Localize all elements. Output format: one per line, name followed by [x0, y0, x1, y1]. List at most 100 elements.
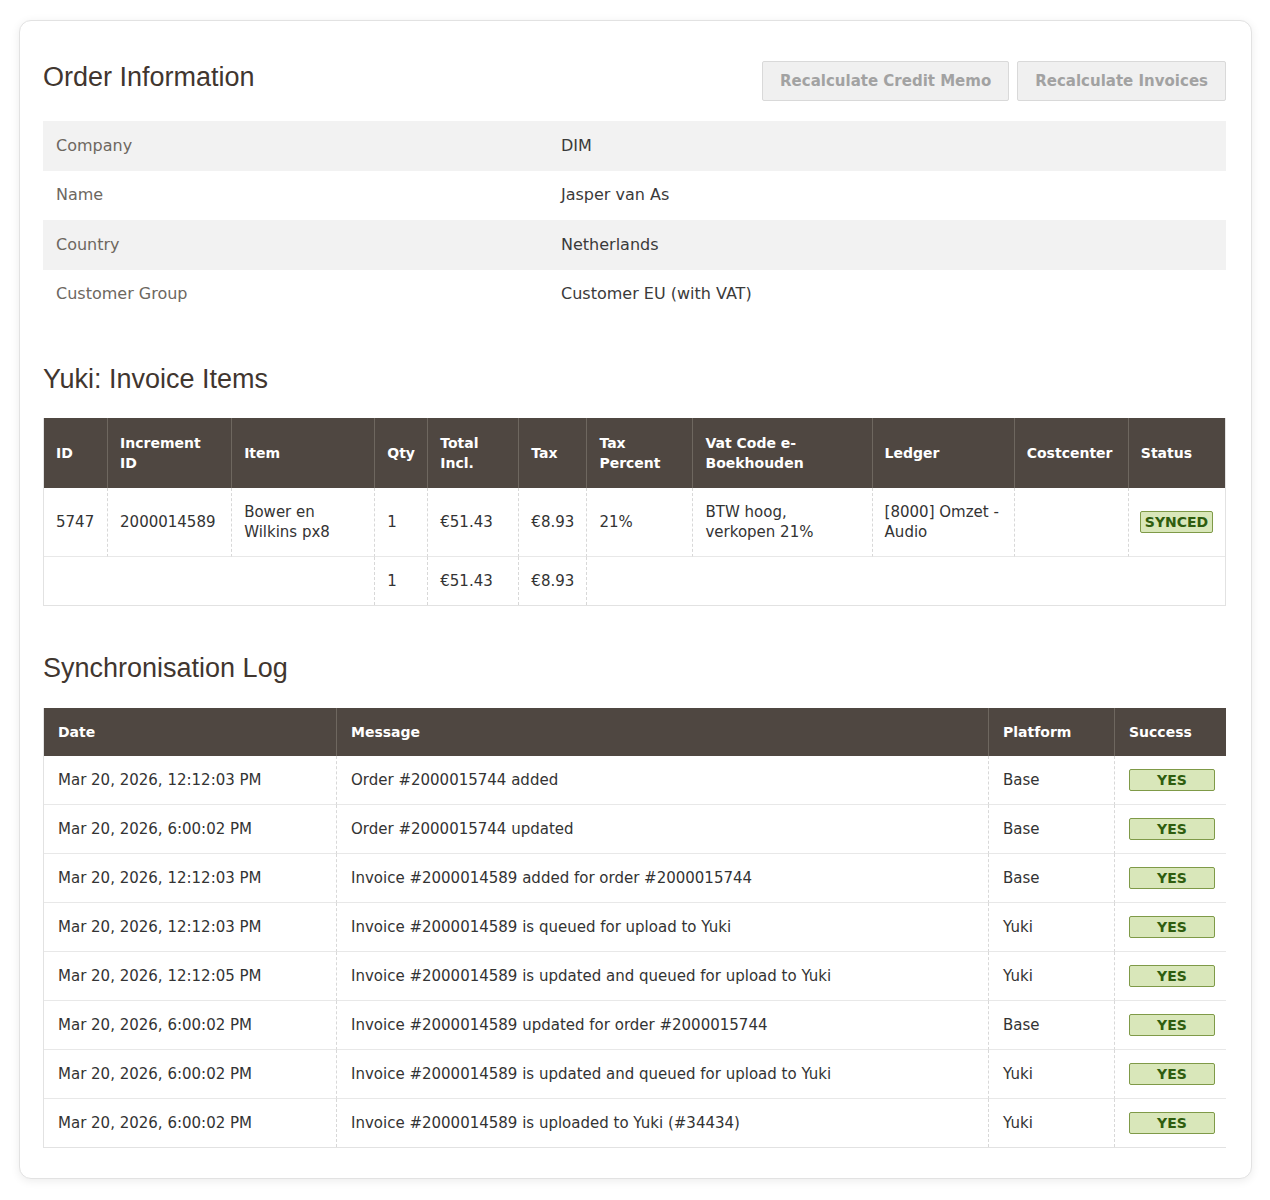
invoice-column-header: Qty	[374, 418, 427, 488]
invoice-cell-vat-code: BTW hoog, verkopen 21%	[692, 488, 871, 557]
order-info-label: Company	[43, 121, 548, 171]
invoice-items-title: Yuki: Invoice Items	[43, 364, 1226, 394]
invoice-item-row: 57472000014589Bower en Wilkins px81€51.4…	[44, 488, 1225, 557]
sync-cell-platform: Base	[988, 854, 1114, 903]
invoice-totals-qty: 1	[374, 557, 427, 605]
sync-cell-date: Mar 20, 2026, 12:12:03 PM	[44, 903, 336, 952]
invoice-cell-item: Bower en Wilkins px8	[231, 488, 374, 557]
invoice-column-header: Item	[231, 418, 374, 488]
sync-cell-success: YES	[1114, 1050, 1226, 1099]
sync-column-header: Message	[336, 708, 988, 756]
sync-cell-platform: Base	[988, 1001, 1114, 1050]
sync-cell-platform: Base	[988, 805, 1114, 854]
invoice-items-table: IDIncrement IDItemQtyTotal Incl.TaxTax P…	[43, 418, 1226, 606]
invoice-column-header: Tax Percent	[586, 418, 692, 488]
sync-cell-message: Order #2000015744 updated	[336, 805, 988, 854]
sync-cell-date: Mar 20, 2026, 12:12:03 PM	[44, 756, 336, 805]
sync-log-row: Mar 20, 2026, 6:00:02 PMInvoice #2000014…	[44, 1099, 1226, 1147]
invoice-cell-status: SYNCED	[1128, 488, 1225, 557]
sync-log-row: Mar 20, 2026, 12:12:03 PMInvoice #200001…	[44, 903, 1226, 952]
sync-log-row: Mar 20, 2026, 12:12:03 PMInvoice #200001…	[44, 854, 1226, 903]
header-buttons: Recalculate Credit Memo Recalculate Invo…	[762, 61, 1226, 101]
order-info-value: DIM	[548, 121, 1226, 171]
sync-cell-success: YES	[1114, 854, 1226, 903]
invoice-cell-costcenter	[1014, 488, 1128, 557]
order-info-label: Name	[43, 171, 548, 221]
order-info-label: Customer Group	[43, 270, 548, 320]
invoice-cell-tax-percent: 21%	[586, 488, 692, 557]
sync-cell-success: YES	[1114, 805, 1226, 854]
sync-cell-platform: Yuki	[988, 1050, 1114, 1099]
sync-cell-platform: Yuki	[988, 903, 1114, 952]
sync-cell-platform: Yuki	[988, 952, 1114, 1001]
success-badge: YES	[1129, 867, 1215, 889]
sync-log-row: Mar 20, 2026, 6:00:02 PMOrder #200001574…	[44, 805, 1226, 854]
sync-cell-date: Mar 20, 2026, 6:00:02 PM	[44, 1050, 336, 1099]
sync-cell-success: YES	[1114, 903, 1226, 952]
sync-cell-message: Invoice #2000014589 is updated and queue…	[336, 952, 988, 1001]
invoice-items-section: Yuki: Invoice Items IDIncrement IDItemQt…	[43, 364, 1226, 606]
invoice-column-header: Vat Code e-Boekhouden	[692, 418, 871, 488]
order-information-table: CompanyDIMNameJasper van AsCountryNether…	[43, 121, 1226, 319]
order-info-row: CompanyDIM	[43, 121, 1226, 171]
success-badge: YES	[1129, 1063, 1215, 1085]
sync-log-row: Mar 20, 2026, 6:00:02 PMInvoice #2000014…	[44, 1050, 1226, 1099]
invoice-column-header: Costcenter	[1014, 418, 1128, 488]
recalculate-credit-memo-button[interactable]: Recalculate Credit Memo	[762, 61, 1009, 101]
invoice-totals-tax: €8.93	[518, 557, 586, 605]
success-badge: YES	[1129, 916, 1215, 938]
invoice-totals-trailing-cell	[586, 557, 1225, 605]
invoice-column-header: Ledger	[872, 418, 1014, 488]
status-badge: SYNCED	[1140, 511, 1213, 533]
sync-cell-date: Mar 20, 2026, 6:00:02 PM	[44, 1001, 336, 1050]
sync-cell-message: Order #2000015744 added	[336, 756, 988, 805]
page-header: Order Information Recalculate Credit Mem…	[43, 21, 1226, 91]
order-info-row: NameJasper van As	[43, 171, 1226, 221]
invoice-cell-id: 5747	[44, 488, 107, 557]
synchronisation-log-section: Synchronisation Log DateMessagePlatformS…	[43, 653, 1226, 1148]
success-badge: YES	[1129, 818, 1215, 840]
sync-cell-success: YES	[1114, 756, 1226, 805]
sync-column-header: Success	[1114, 708, 1226, 756]
sync-cell-message: Invoice #2000014589 is updated and queue…	[336, 1050, 988, 1099]
invoice-cell-qty: 1	[374, 488, 427, 557]
sync-column-header: Date	[44, 708, 336, 756]
sync-cell-success: YES	[1114, 1099, 1226, 1147]
sync-cell-platform: Yuki	[988, 1099, 1114, 1147]
sync-cell-date: Mar 20, 2026, 12:12:03 PM	[44, 854, 336, 903]
order-info-value: Jasper van As	[548, 171, 1226, 221]
sync-cell-date: Mar 20, 2026, 12:12:05 PM	[44, 952, 336, 1001]
order-info-row: CountryNetherlands	[43, 220, 1226, 270]
success-badge: YES	[1129, 1112, 1215, 1134]
invoice-cell-total-incl: €51.43	[427, 488, 518, 557]
invoice-column-header: Increment ID	[107, 418, 231, 488]
recalculate-invoices-button[interactable]: Recalculate Invoices	[1017, 61, 1226, 101]
synchronisation-log-title: Synchronisation Log	[43, 653, 1226, 683]
invoice-totals-total-incl: €51.43	[427, 557, 518, 605]
sync-cell-success: YES	[1114, 952, 1226, 1001]
sync-log-row: Mar 20, 2026, 6:00:02 PMInvoice #2000014…	[44, 1001, 1226, 1050]
invoice-cell-ledger: [8000] Omzet - Audio	[872, 488, 1014, 557]
invoice-column-header: Status	[1128, 418, 1225, 488]
invoice-column-header: Tax	[518, 418, 586, 488]
sync-cell-platform: Base	[988, 756, 1114, 805]
order-info-row: Customer GroupCustomer EU (with VAT)	[43, 270, 1226, 320]
invoice-column-header: Total Incl.	[427, 418, 518, 488]
success-badge: YES	[1129, 1014, 1215, 1036]
sync-cell-date: Mar 20, 2026, 6:00:02 PM	[44, 805, 336, 854]
sync-table-header-row: DateMessagePlatformSuccess	[44, 708, 1226, 756]
sync-cell-message: Invoice #2000014589 is uploaded to Yuki …	[336, 1099, 988, 1147]
order-info-value: Customer EU (with VAT)	[548, 270, 1226, 320]
synchronisation-log-table: DateMessagePlatformSuccess Mar 20, 2026,…	[43, 708, 1226, 1148]
order-info-label: Country	[43, 220, 548, 270]
invoice-cell-increment-id: 2000014589	[107, 488, 231, 557]
sync-cell-message: Invoice #2000014589 is queued for upload…	[336, 903, 988, 952]
sync-log-row: Mar 20, 2026, 12:12:05 PMInvoice #200001…	[44, 952, 1226, 1001]
order-info-value: Netherlands	[548, 220, 1226, 270]
invoice-table-header-row: IDIncrement IDItemQtyTotal Incl.TaxTax P…	[44, 418, 1225, 488]
invoice-column-header: ID	[44, 418, 107, 488]
sync-cell-date: Mar 20, 2026, 6:00:02 PM	[44, 1099, 336, 1147]
sync-cell-message: Invoice #2000014589 added for order #200…	[336, 854, 988, 903]
invoice-cell-tax: €8.93	[518, 488, 586, 557]
invoice-totals-empty-cell	[44, 557, 374, 605]
